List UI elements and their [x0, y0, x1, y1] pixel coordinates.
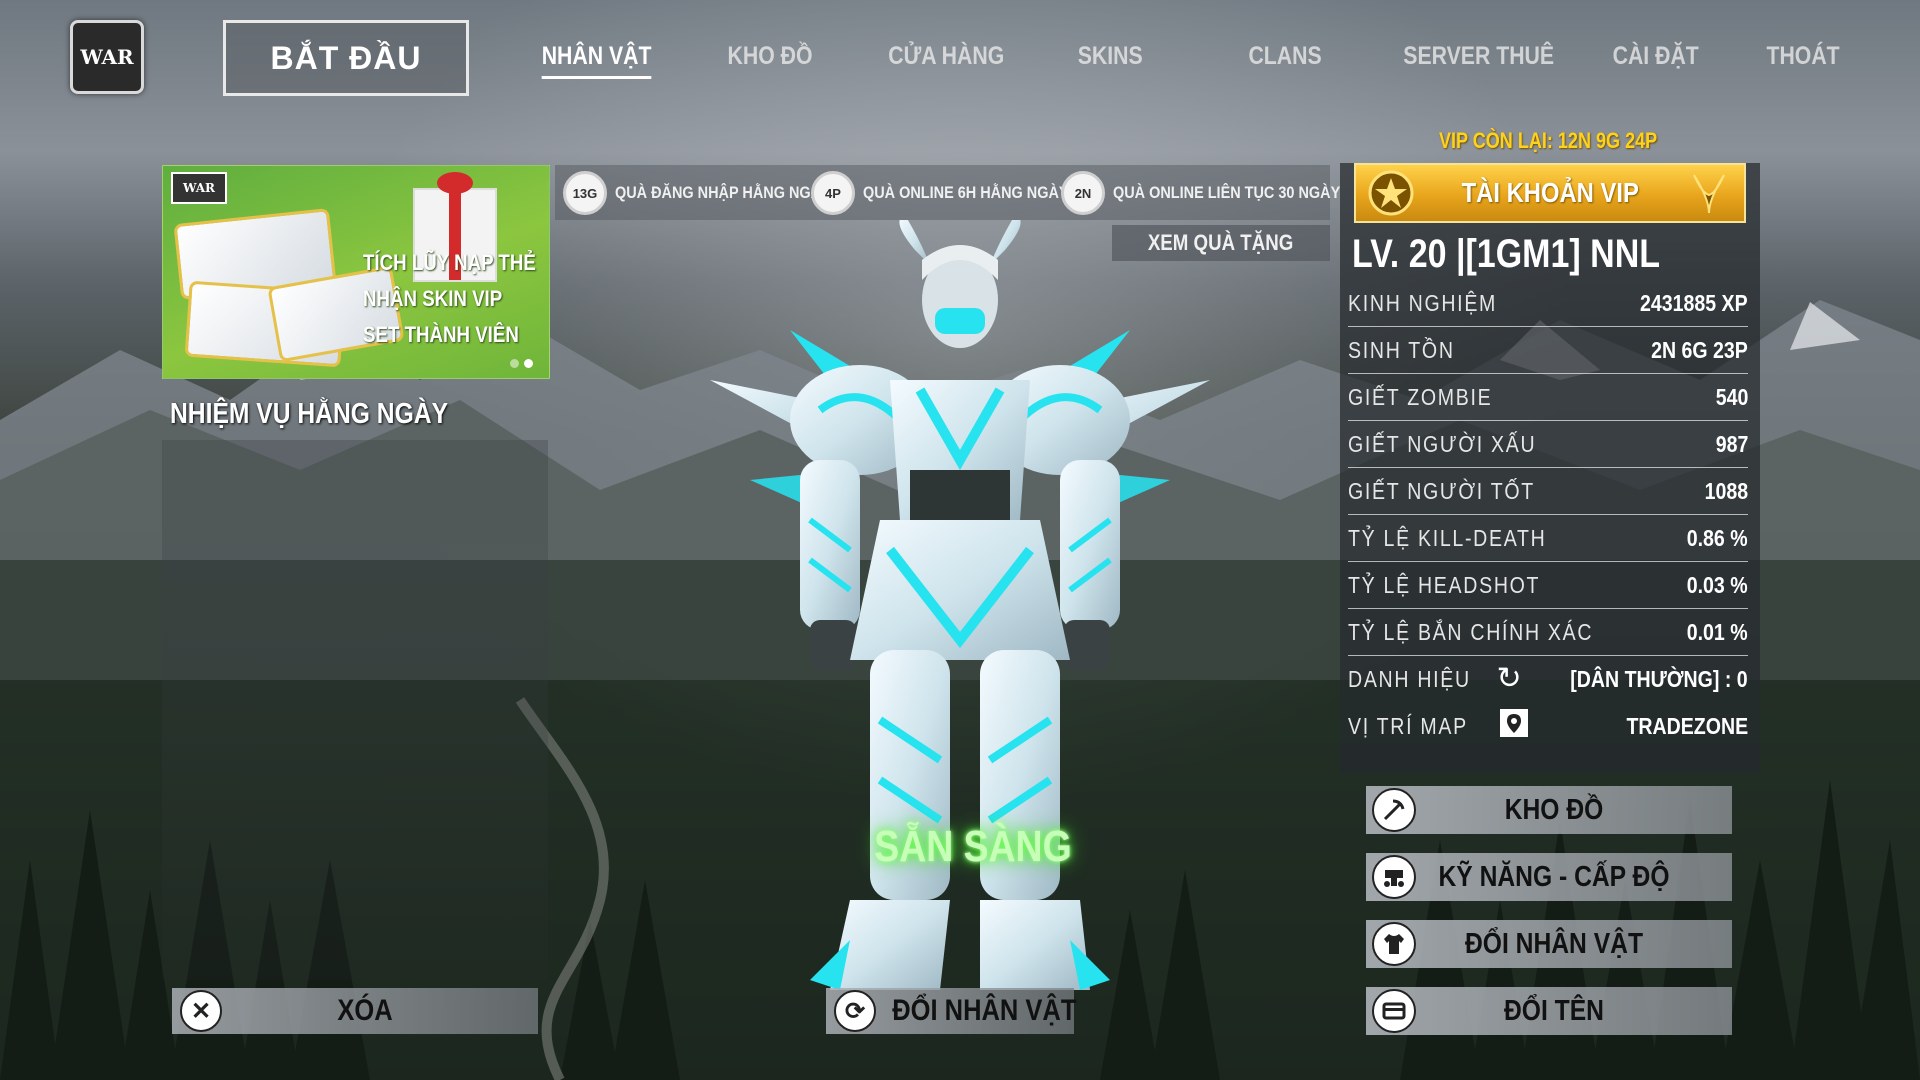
stat-value: TRADEZONE	[1626, 712, 1748, 739]
stat-label-text: VỊ TRÍ MAP	[1348, 712, 1468, 739]
tab-inventory[interactable]: KHO ĐỒ	[728, 36, 813, 76]
stat-label: TỶ LỆ KILL-DEATH	[1348, 525, 1582, 552]
tab-exit[interactable]: THOÁT	[1766, 36, 1839, 76]
stat-row: DANH HIỆU ↻ [DÂN THƯỜNG] : 0	[1348, 656, 1748, 702]
stat-label: VỊ TRÍ MAP	[1348, 708, 1529, 744]
timer-badge: 13G	[563, 171, 607, 215]
ready-status: SẴN SÀNG	[874, 822, 1072, 871]
stat-value: 0.03 %	[1687, 571, 1748, 598]
carousel-dots[interactable]	[510, 359, 533, 368]
daily-missions-title: NHIỆM VỤ HẰNG NGÀY	[170, 398, 449, 430]
vip-star-icon	[1368, 170, 1414, 216]
stat-row: GIẾT NGƯỜI XẤU 987	[1348, 421, 1748, 468]
stat-label-text: DANH HIỆU	[1348, 665, 1471, 692]
promo-line: TÍCH LŨY NẠP THẺ	[363, 250, 536, 275]
stat-label: TỶ LỆ BẮN CHÍNH XÁC	[1348, 619, 1637, 646]
stat-label-text: GIẾT ZOMBIE	[1348, 383, 1493, 410]
vip-account-banner[interactable]: TÀI KHOẢN VIP	[1354, 163, 1746, 223]
skills-level-button[interactable]: KỸ NĂNG - CẤP ĐỘ	[1366, 853, 1732, 901]
reward-label: QUÀ ONLINE LIÊN TỤC 30 NGÀY	[1113, 183, 1341, 202]
stat-row: TỶ LỆ HEADSHOT 0.03 %	[1348, 562, 1748, 609]
change-character-label: ĐỔI NHÂN VẬT	[1464, 927, 1644, 960]
switch-character-button[interactable]: ⟳ ĐỔI NHÂN VẬT	[826, 988, 1077, 1034]
vip-account-label: TÀI KHOẢN VIP	[1461, 177, 1639, 208]
stat-label: KINH NGHIỆM	[1348, 290, 1523, 317]
stat-row: VỊ TRÍ MAP TRADEZONE	[1348, 703, 1748, 749]
stat-label-text: GIẾT NGƯỜI TỐT	[1348, 477, 1535, 504]
delete-character-button[interactable]: ✕ XÓA	[172, 988, 538, 1034]
reward-label: QUÀ ONLINE 6H HẰNG NGÀY	[863, 183, 1069, 202]
pickaxe-icon	[1372, 788, 1416, 832]
reward-online-30-days[interactable]: 2N QUÀ ONLINE LIÊN TỤC 30 NGÀY	[1061, 171, 1380, 215]
skills-level-label: KỸ NĂNG - CẤP ĐỘ	[1438, 860, 1670, 893]
inventory-label: KHO ĐỒ	[1504, 793, 1604, 826]
stat-label: GIẾT NGƯỜI XẤU	[1348, 431, 1570, 458]
stat-row: GIẾT ZOMBIE 540	[1348, 374, 1748, 421]
character-model[interactable]	[690, 220, 1230, 1000]
reward-label: QUÀ ĐĂNG NHẬP HẰNG NGÀY	[615, 183, 831, 202]
inventory-button[interactable]: KHO ĐỒ	[1366, 786, 1732, 834]
vip-emblem-icon	[1693, 174, 1725, 214]
stat-value: 0.01 %	[1687, 618, 1748, 645]
stat-label: TỶ LỆ HEADSHOT	[1348, 572, 1574, 599]
stat-row: TỶ LỆ BẮN CHÍNH XÁC 0.01 %	[1348, 609, 1748, 656]
timer-badge: 4P	[811, 171, 855, 215]
stat-value: 0.86 %	[1687, 524, 1748, 551]
promo-line: NHẬN SKIN VIP	[363, 286, 503, 311]
stat-label-text: TỶ LỆ BẮN CHÍNH XÁC	[1348, 618, 1594, 645]
stat-value: 2431885 XP	[1640, 289, 1748, 316]
delete-label: XÓA	[337, 994, 393, 1027]
stat-value: 987	[1715, 430, 1748, 457]
stat-row: TỶ LỆ KILL-DEATH 0.86 %	[1348, 515, 1748, 562]
stat-value: 540	[1715, 383, 1748, 410]
stat-value: 1088	[1704, 477, 1748, 504]
stat-row: GIẾT NGƯỜI TỐT 1088	[1348, 468, 1748, 515]
tab-character[interactable]: NHÂN VẬT	[541, 36, 652, 79]
stat-label-text: TỶ LỆ HEADSHOT	[1348, 571, 1541, 598]
stat-label-text: TỶ LỆ KILL-DEATH	[1348, 524, 1547, 551]
stat-row: KINH NGHIỆM 2431885 XP	[1348, 280, 1748, 327]
switch-character-label: ĐỔI NHÂN VẬT	[892, 994, 1077, 1027]
stat-label-text: KINH NGHIỆM	[1348, 289, 1498, 316]
rename-label: ĐỔI TÊN	[1504, 994, 1604, 1027]
reward-strip: 13G QUÀ ĐĂNG NHẬP HẰNG NGÀY 4P QUÀ ONLIN…	[555, 165, 1340, 220]
stat-label: DANH HIỆU ↻	[1348, 664, 1524, 694]
stat-label: GIẾT ZOMBIE	[1348, 384, 1518, 411]
stat-label-text: SINH TỒN	[1348, 336, 1455, 363]
stat-row: SINH TỒN 2N 6G 23P	[1348, 327, 1748, 374]
tab-clans[interactable]: CLANS	[1248, 36, 1321, 76]
swap-icon: ⟳	[834, 990, 876, 1032]
tab-server-rental[interactable]: SERVER THUÊ	[1403, 36, 1554, 76]
tab-settings[interactable]: CÀI ĐẶT	[1613, 36, 1699, 76]
player-level-name: LV. 20 |[1GM1] NNL	[1352, 232, 1661, 276]
tab-skins[interactable]: SKINS	[1078, 36, 1143, 76]
game-logo: WAR	[70, 20, 144, 94]
promo-line: SET THÀNH VIÊN	[363, 322, 519, 347]
close-icon: ✕	[180, 990, 222, 1032]
stat-label: GIẾT NGƯỜI TỐT	[1348, 478, 1568, 505]
skills-icon	[1372, 855, 1416, 899]
tab-shop[interactable]: CỬA HÀNG	[888, 36, 1004, 76]
change-character-button[interactable]: ĐỔI NHÂN VẬT	[1366, 920, 1732, 968]
id-card-icon	[1372, 989, 1416, 1033]
rename-button[interactable]: ĐỔI TÊN	[1366, 987, 1732, 1035]
start-button[interactable]: BẮT ĐẦU	[223, 20, 469, 96]
stat-label-text: GIẾT NGƯỜI XẤU	[1348, 430, 1537, 457]
vip-time-remaining: VIP CÒN LẠI: 12N 9G 24P	[1438, 128, 1658, 153]
promo-banner[interactable]: WAR TÍCH LŨY NẠP THẺ NHẬN SKIN VIP SET T…	[162, 165, 550, 379]
stat-value: [DÂN THƯỜNG] : 0	[1570, 665, 1748, 692]
shirt-icon	[1372, 922, 1416, 966]
stat-value: 2N 6G 23P	[1651, 336, 1748, 363]
map-pin-icon	[1499, 708, 1529, 744]
promo-logo: WAR	[171, 172, 227, 204]
daily-missions-panel	[162, 440, 548, 980]
timer-badge: 2N	[1061, 171, 1105, 215]
stat-label: SINH TỒN	[1348, 337, 1473, 364]
refresh-icon[interactable]: ↻	[1497, 664, 1524, 694]
